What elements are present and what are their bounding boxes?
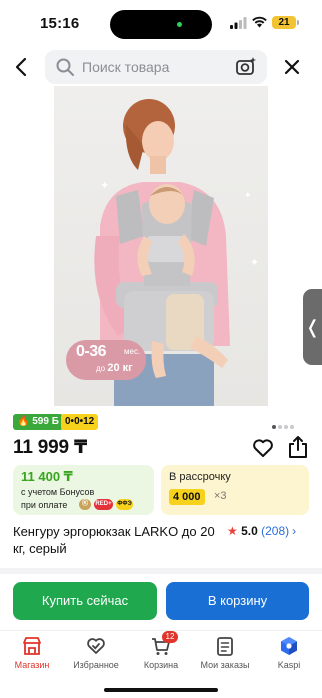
age-range-badge: 0-36 мес. до 20 кг: [66, 340, 146, 380]
review-count: (208): [261, 524, 290, 538]
bonus-points-badge: 🔥 599 Б: [13, 414, 63, 430]
tab-cart[interactable]: 12 Корзина: [129, 631, 193, 670]
svg-text:✦: ✦: [250, 256, 259, 269]
bonus-price-payment-label: при оплате: [21, 500, 68, 510]
product-image[interactable]: ✦ ✦ ✦ 0-36 мес. до 20 кг: [54, 86, 268, 406]
status-bar: 15:16 21: [0, 0, 322, 44]
product-price: 11 999 ₸: [13, 437, 87, 458]
search-placeholder: Поиск товара: [82, 59, 170, 75]
installment-badge: 0•0•12: [61, 414, 99, 430]
installment-label: В рассрочку: [169, 471, 231, 483]
dynamic-island: [110, 10, 212, 39]
kaspi-logo-icon: [281, 637, 297, 655]
age-range-value: 0-36: [76, 343, 107, 360]
status-time: 15:16: [40, 15, 80, 32]
gallery-side-tab[interactable]: ❬: [303, 289, 322, 365]
max-weight-label: до 20 кг: [96, 362, 133, 374]
close-icon[interactable]: [280, 55, 304, 79]
heart-check-icon: [87, 638, 105, 654]
tab-cart-label: Корзина: [143, 660, 179, 670]
installment-amount: 4 000: [169, 489, 205, 505]
svg-text:✦: ✦: [100, 179, 109, 192]
page-dot: [272, 425, 276, 429]
bonus-price-card[interactable]: 11 400 ₸ с учетом Бонусов при оплате Ⓚ R…: [13, 465, 154, 515]
tab-favorites-label: Избранное: [73, 660, 119, 670]
back-arrow-icon[interactable]: [10, 55, 34, 79]
search-icon: [56, 58, 74, 76]
home-indicator: [104, 688, 218, 692]
tab-favorites[interactable]: Избранное: [64, 635, 128, 670]
tab-orders-label: Мои заказы: [200, 660, 250, 670]
pay-method-ffe: ФФЭ: [116, 499, 133, 510]
section-divider: [0, 568, 322, 574]
cart-count-badge: 12: [162, 631, 178, 643]
star-icon: ★: [227, 524, 238, 538]
favorite-heart-icon[interactable]: [251, 436, 275, 460]
add-to-cart-button[interactable]: В корзину: [166, 582, 309, 620]
pay-method-red: RED+: [94, 499, 113, 510]
rating-value: 5.0: [241, 524, 258, 538]
orders-icon: [217, 637, 233, 656]
page-dot: [290, 425, 294, 429]
flame-icon: 🔥: [17, 416, 30, 427]
cellular-signal-icon: [230, 17, 247, 29]
buy-now-button[interactable]: Купить сейчас: [13, 582, 157, 620]
kaspi-gold-icon: Ⓚ: [79, 499, 91, 510]
page-dot: [278, 425, 282, 429]
share-icon[interactable]: [287, 435, 309, 459]
bonus-points-value: 599 Б: [32, 416, 59, 427]
bonus-price-amount: 11 400 ₸: [21, 469, 73, 484]
tab-kaspi-label: Kaspi: [277, 660, 301, 670]
wifi-icon: [252, 16, 267, 28]
tab-kaspi[interactable]: Kaspi: [257, 635, 321, 670]
cart-icon-wrap: 12: [150, 631, 178, 657]
gallery-pagination: [272, 416, 302, 429]
search-field[interactable]: Поиск товара: [45, 50, 267, 84]
chevron-left-icon: ❬: [304, 316, 321, 337]
tab-store[interactable]: Магазин: [0, 635, 64, 670]
tab-store-label: Магазин: [14, 660, 50, 670]
product-title: Кенгуру эргорюкзак LARKO до 20 кг, серый: [13, 524, 215, 556]
chevron-right-icon: ›: [292, 524, 297, 538]
battery-indicator: 21: [272, 16, 299, 29]
tab-orders[interactable]: Мои заказы: [193, 635, 257, 670]
camera-search-icon[interactable]: [235, 56, 257, 78]
installment-card[interactable]: В рассрочку 4 000 ×3: [161, 465, 309, 515]
product-rating[interactable]: ★ 5.0 (208) ›: [227, 524, 296, 538]
store-icon: [23, 637, 41, 655]
age-range-unit: мес.: [124, 347, 141, 356]
installment-multiplier: ×3: [214, 490, 227, 502]
search-header: Поиск товара: [0, 50, 322, 84]
page-dot: [284, 425, 288, 429]
svg-text:✦: ✦: [244, 191, 252, 201]
bonus-price-note: с учетом Бонусов: [21, 487, 95, 497]
